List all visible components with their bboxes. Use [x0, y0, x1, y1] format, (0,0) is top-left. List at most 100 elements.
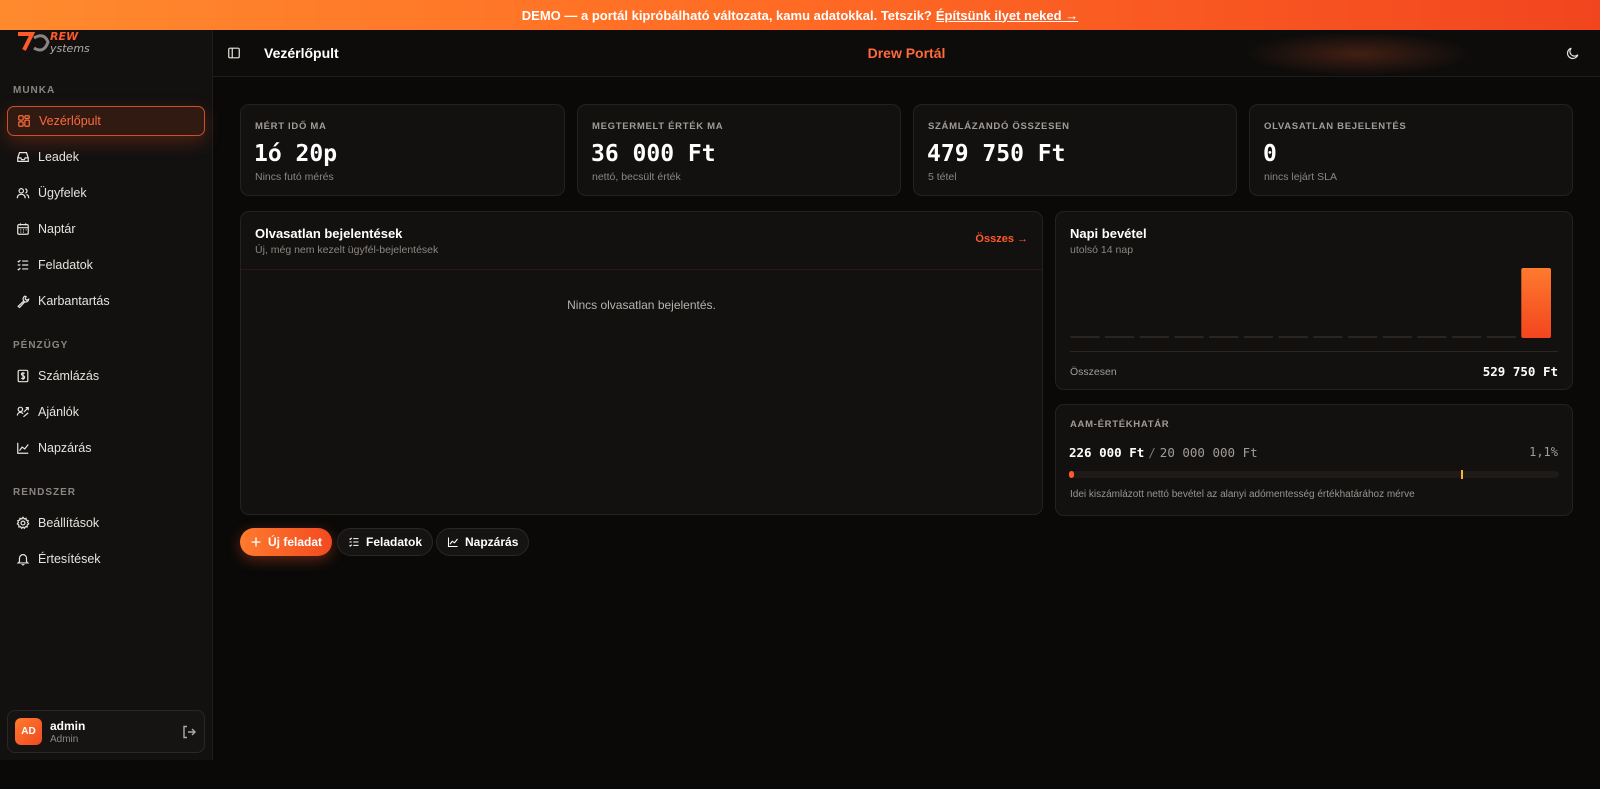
sidebar-item-label: Beállítások [38, 516, 100, 530]
dashboard-icon [18, 115, 30, 127]
tasks-icon [349, 537, 359, 547]
header-glow [1243, 32, 1473, 76]
sidebar: REW ystems MUNKA Vezérlőpult Leadek Ügyf… [0, 30, 213, 760]
sidebar-item-label: Karbantartás [38, 294, 110, 308]
chart-line-icon [447, 537, 458, 548]
stat-card-time: MÉRT IDŐ MA 1ó 20p Nincs futó mérés [240, 104, 565, 196]
inbox-icon [17, 152, 29, 162]
revenue-bar-13 [1486, 336, 1517, 338]
sidebar-item-leads[interactable]: Leadek [7, 142, 205, 172]
sidebar-item-dashboard[interactable]: Vezérlőpult [7, 106, 205, 136]
aam-threshold-panel: AAM-ÉRTÉKHATÁR 226 000 Ft/20 000 000 Ft … [1055, 404, 1573, 516]
revenue-bar-9 [1347, 336, 1378, 338]
stat-sub: 5 tétel [928, 171, 957, 183]
section-label-penzugy: PÉNZÜGY [13, 340, 69, 351]
demo-banner: DEMO — a portál kipróbálható változata, … [0, 0, 1600, 30]
total-label: Összesen [1070, 366, 1117, 378]
top-header: Vezérlőpult Drew Portál [213, 30, 1600, 77]
wrench-icon [17, 295, 30, 308]
aam-progress-fill [1069, 471, 1075, 478]
stat-value: 479 750 Ft [927, 141, 1066, 167]
revenue-bar-8 [1313, 336, 1343, 338]
revenue-bar-2 [1104, 336, 1135, 338]
user-role: Admin [50, 733, 79, 745]
new-task-button[interactable]: Új feladat [240, 528, 333, 556]
svg-text:ystems: ystems [49, 42, 90, 55]
revenue-bar-7 [1278, 336, 1308, 338]
aam-percent: 1,1% [1529, 445, 1558, 459]
section-label-munka: MUNKA [13, 85, 56, 96]
new-task-label: Új feladat [268, 535, 323, 549]
avatar: AD [15, 718, 42, 745]
brand-title[interactable]: Drew Portál [868, 45, 946, 61]
demo-banner-text: DEMO — a portál kipróbálható változata, … [521, 7, 932, 23]
sidebar-item-label: Ügyfelek [38, 186, 87, 200]
sidebar-item-tasks[interactable]: Feladatok [7, 250, 205, 280]
settings-icon [16, 516, 30, 530]
stat-label: SZÁMLÁZANDÓ ÖSSZESEN [928, 121, 1070, 132]
sidebar-item-clients[interactable]: Ügyfelek [7, 178, 205, 208]
daily-revenue-panel: Napi bevétel utolsó 14 nap Összesen 529 … [1055, 211, 1573, 390]
stat-label: MEGTERMELT ÉRTÉK MA [592, 121, 724, 132]
aam-separator: / [1148, 445, 1156, 460]
closing-button[interactable]: Napzárás [436, 528, 530, 556]
closing-label: Napzárás [465, 535, 519, 549]
unread-reports-panel: Olvasatlan bejelentések Új, még nem keze… [240, 211, 1043, 515]
sidebar-item-label: Leadek [38, 150, 80, 164]
panel-subtitle: Új, még nem kezelt ügyfél-bejelentések [255, 244, 439, 256]
revenue-bar-14 [1521, 268, 1551, 338]
revenue-bar-3 [1139, 336, 1170, 338]
chart-title: Napi bevétel [1070, 226, 1147, 241]
total-value: 529 750 Ft [1482, 364, 1558, 379]
sidebar-item-label: Feladatok [38, 258, 93, 272]
aam-threshold-marker [1461, 470, 1463, 479]
stat-sub: nincs lejárt SLA [1264, 171, 1337, 183]
referral-icon [16, 406, 29, 418]
sidebar-item-calendar[interactable]: Naptár [7, 214, 205, 244]
logout-icon[interactable] [181, 724, 197, 740]
revenue-bar-1 [1070, 336, 1100, 338]
revenue-bar-10 [1382, 336, 1413, 338]
sidebar-item-label: Napzárás [38, 441, 92, 455]
sidebar-item-label: Vezérlőpult [39, 114, 101, 128]
user-card: AD admin Admin [7, 710, 205, 753]
revenue-bar-6 [1243, 336, 1274, 338]
sidebar-item-label: Naptár [38, 222, 76, 236]
chart-subtitle: utolsó 14 nap [1070, 244, 1134, 256]
tasks-label: Feladatok [366, 535, 423, 549]
moon-icon[interactable] [1566, 46, 1580, 60]
stat-value: 36 000 Ft [591, 141, 716, 167]
view-all-link[interactable]: Összes → [975, 233, 1028, 245]
sidebar-item-label: Számlázás [38, 369, 100, 383]
sidebar-item-closing[interactable]: Napzárás [7, 433, 205, 463]
stat-sub: Nincs futó mérés [255, 171, 334, 183]
revenue-bar-11 [1417, 336, 1447, 338]
sidebar-item-maintenance[interactable]: Karbantartás [7, 286, 205, 316]
invoice-icon [17, 369, 29, 383]
tasks-button[interactable]: Feladatok [337, 528, 434, 556]
stat-card-billable: SZÁMLÁZANDÓ ÖSSZESEN 479 750 Ft 5 tétel [913, 104, 1237, 196]
bell-icon [16, 554, 30, 566]
demo-banner-link[interactable]: Építsünk ilyet neked → [936, 8, 1078, 23]
sidebar-item-label: Értesítések [38, 552, 101, 566]
sidebar-item-billing[interactable]: Számlázás [7, 361, 205, 391]
chart-divider [1070, 351, 1558, 352]
sidebar-item-label: Ajánlók [38, 405, 79, 419]
sidebar-item-settings[interactable]: Beállítások [7, 508, 205, 538]
stat-value: 1ó 20p [254, 141, 338, 167]
aam-label: AAM-ÉRTÉKHATÁR [1070, 419, 1170, 430]
stat-label: OLVASATLAN BEJELENTÉS [1264, 121, 1407, 132]
aam-note: Idei kiszámlázott nettó bevétel az alany… [1070, 489, 1415, 500]
empty-message: Nincs olvasatlan bejelentés. [567, 298, 716, 312]
tasks-icon [17, 259, 29, 271]
logo[interactable]: REW ystems [14, 30, 106, 56]
plus-icon [251, 537, 261, 547]
revenue-bar-12 [1451, 336, 1482, 338]
aam-progress-track [1069, 470, 1559, 479]
chart-line-icon [17, 442, 29, 454]
sidebar-item-referrals[interactable]: Ajánlók [7, 397, 205, 427]
sidebar-item-notifications[interactable]: Értesítések [7, 544, 205, 574]
stat-label: MÉRT IDŐ MA [255, 121, 327, 132]
sidebar-toggle-icon[interactable] [227, 46, 241, 60]
panel-title: Olvasatlan bejelentések [255, 226, 403, 241]
